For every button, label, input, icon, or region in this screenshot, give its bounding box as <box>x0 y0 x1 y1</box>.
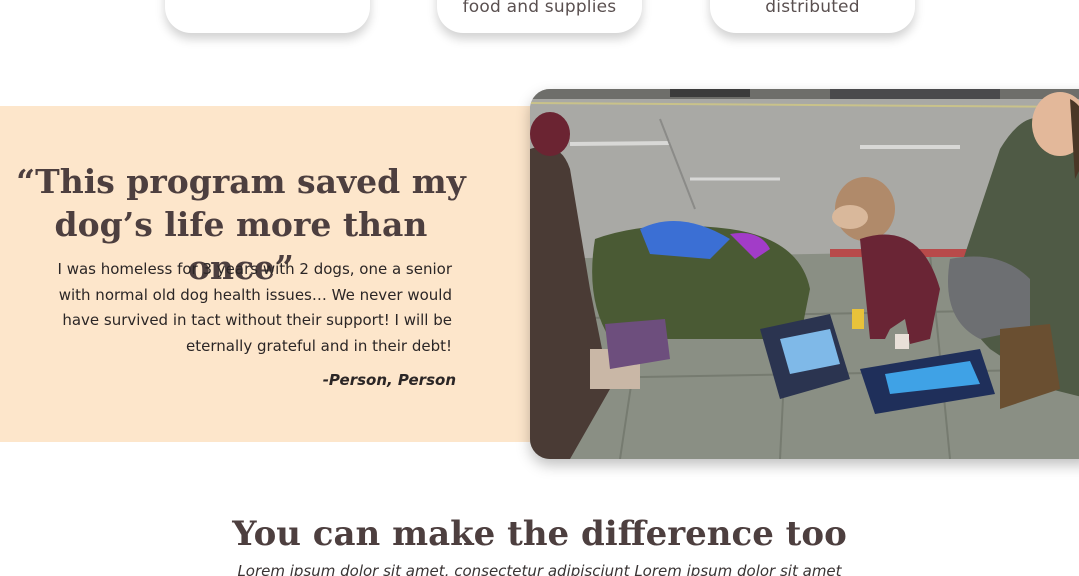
stat-card <box>165 0 370 33</box>
testimonial-body: I was homeless for 3 years with 2 dogs, … <box>57 260 452 355</box>
page: food and supplies distributed “This prog… <box>0 0 1079 576</box>
testimonial-author: -Person, Person <box>322 371 456 389</box>
stat-card-label: distributed <box>765 0 860 17</box>
testimonial-photo <box>530 89 1079 459</box>
stat-card: distributed <box>710 0 915 33</box>
cta-subtitle: Lorem ipsum dolor sit amet, consectetur … <box>237 562 842 576</box>
stat-card: food and supplies <box>437 0 642 33</box>
dog-and-supplies-photo <box>530 89 1079 459</box>
stat-card-label: food and supplies <box>462 0 617 17</box>
cta-title: You can make the difference too <box>232 514 847 554</box>
